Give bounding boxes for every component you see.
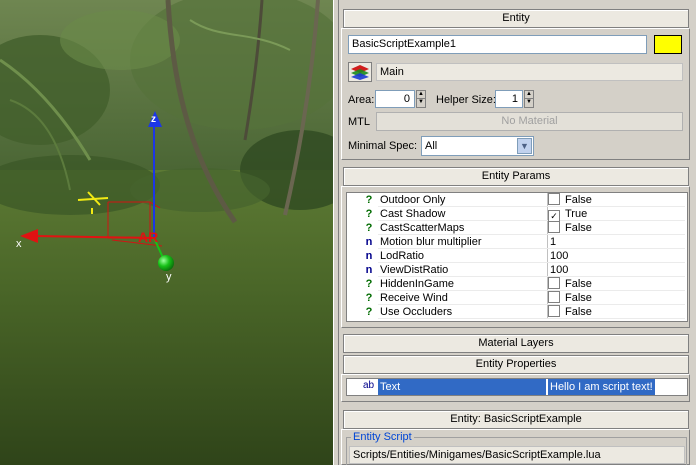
spin-down-icon[interactable]: ▼ (525, 99, 533, 107)
entity-properties-header[interactable]: Entity Properties (343, 355, 689, 374)
3d-viewport[interactable]: z x y AR (0, 0, 333, 465)
boolean-type-icon: ? (365, 278, 373, 290)
param-value[interactable]: 100 (547, 263, 685, 277)
param-row[interactable]: ? HiddenInGame False (347, 277, 687, 291)
x-axis-label: x (16, 238, 22, 250)
param-value-text: 1 (550, 236, 557, 248)
param-checkbox[interactable] (548, 193, 560, 205)
chevron-down-icon[interactable]: ▼ (517, 138, 532, 154)
param-name: Use Occluders (378, 305, 548, 319)
param-checkbox[interactable] (548, 305, 560, 317)
string-type-icon: ab (363, 380, 375, 391)
boolean-type-icon: ? (365, 222, 373, 234)
y-axis-label: y (166, 271, 172, 283)
entity-section-header[interactable]: Entity (343, 9, 689, 28)
entity-properties-grid[interactable]: ab Text Hello I am script text! (346, 378, 688, 396)
spin-down-icon[interactable]: ▼ (417, 99, 425, 107)
property-row-text[interactable]: ab Text Hello I am script text! (347, 379, 687, 395)
param-name: Cast Shadow (378, 207, 548, 221)
param-row[interactable]: ? CastScatterMaps False (347, 221, 687, 235)
boolean-type-icon: ? (365, 194, 373, 206)
numeric-type-icon: n (365, 236, 373, 248)
helper-size-spinner[interactable]: ▲ ▼ (524, 90, 534, 108)
param-value-text: False (565, 292, 592, 304)
param-row[interactable]: n LodRatio 100 (347, 249, 687, 263)
script-path-field[interactable]: Scripts/Entities/Minigames/BasicScriptEx… (349, 446, 685, 464)
param-name: Receive Wind (378, 291, 548, 305)
param-row[interactable]: n ViewDistRatio 100 (347, 263, 687, 277)
entity-color-swatch[interactable] (654, 35, 682, 54)
param-row[interactable]: n Motion blur multiplier 1 (347, 235, 687, 249)
scene-render[interactable] (0, 0, 333, 465)
property-name: Text (378, 379, 546, 395)
param-name: HiddenInGame (378, 277, 548, 291)
param-value-text: False (565, 278, 592, 290)
entity-script-group-label: Entity Script (351, 431, 414, 443)
layer-field[interactable]: Main (376, 63, 683, 81)
min-spec-value: All (425, 140, 438, 152)
param-name: LodRatio (378, 249, 548, 263)
param-name: Outdoor Only (378, 193, 548, 207)
param-value[interactable]: False (547, 291, 685, 305)
param-value[interactable]: False (547, 221, 685, 235)
area-input[interactable]: 0 (375, 90, 415, 108)
min-spec-label: Minimal Spec: (348, 140, 418, 152)
entity-params-header[interactable]: Entity Params (343, 167, 689, 186)
layers-icon[interactable] (348, 62, 372, 82)
param-row[interactable]: ? Use Occluders False (347, 305, 687, 319)
param-value[interactable]: 100 (547, 249, 685, 263)
param-value-text: False (565, 306, 592, 318)
param-checkbox[interactable] (548, 221, 560, 233)
spin-up-icon[interactable]: ▲ (417, 91, 425, 99)
param-value-text: False (565, 222, 592, 234)
param-value[interactable]: False (547, 305, 685, 319)
entity-name-field[interactable]: BasicScriptExample1 (348, 35, 647, 54)
param-name: CastScatterMaps (378, 221, 548, 235)
param-row[interactable]: ? Outdoor Only False (347, 193, 687, 207)
z-axis-label: z (151, 114, 156, 125)
numeric-type-icon: n (365, 250, 373, 262)
ar-label: AR (138, 229, 159, 245)
param-row[interactable]: ? Receive Wind False (347, 291, 687, 305)
entity-script-section-header[interactable]: Entity: BasicScriptExample (343, 410, 689, 429)
helper-size-input[interactable]: 1 (495, 90, 523, 108)
param-value-text: True (565, 208, 588, 220)
param-value-text: 100 (550, 250, 569, 262)
numeric-type-icon: n (365, 264, 373, 276)
helper-size-label: Helper Size: (436, 94, 496, 106)
boolean-type-icon: ? (365, 306, 373, 318)
param-value[interactable]: 1 (547, 235, 685, 249)
param-name: ViewDistRatio (378, 263, 548, 277)
param-value[interactable]: ✓ True (547, 207, 685, 222)
param-checkbox[interactable] (548, 277, 560, 289)
boolean-type-icon: ? (365, 292, 373, 304)
param-value[interactable]: False (547, 277, 685, 291)
param-value-text: 100 (550, 264, 569, 276)
properties-panel: Entity BasicScriptExample1 Main Area: 0 … (339, 0, 696, 465)
param-value[interactable]: False (547, 193, 685, 207)
boolean-type-icon: ? (365, 208, 373, 220)
property-value[interactable]: Hello I am script text! (548, 379, 655, 395)
area-label: Area: (348, 94, 375, 106)
param-row[interactable]: ? Cast Shadow ✓ True (347, 207, 687, 222)
min-spec-select[interactable]: All ▼ (421, 136, 534, 156)
param-value-text: False (565, 194, 592, 206)
param-checkbox[interactable] (548, 291, 560, 303)
area-spinner[interactable]: ▲ ▼ (416, 90, 426, 108)
param-name: Motion blur multiplier (378, 235, 548, 249)
material-button[interactable]: No Material (376, 112, 683, 131)
material-layers-header[interactable]: Material Layers (343, 334, 689, 353)
entity-params-grid[interactable]: ? Outdoor Only False? Cast Shadow ✓ True? Cast… (346, 192, 688, 322)
mtl-label: MTL (348, 116, 370, 128)
spin-up-icon[interactable]: ▲ (525, 91, 533, 99)
